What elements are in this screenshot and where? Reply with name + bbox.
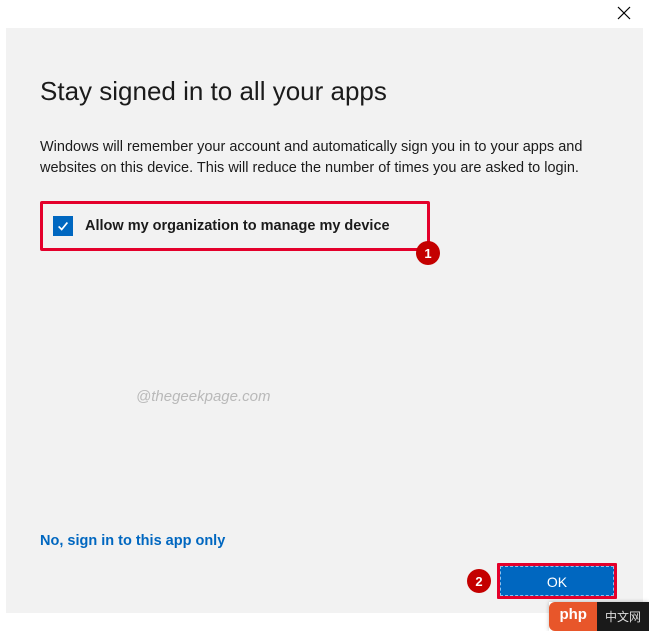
source-badge-right: 中文网 xyxy=(597,602,649,631)
source-badge-left: php xyxy=(549,602,597,631)
titlebar xyxy=(0,0,649,28)
ok-button-highlight: OK xyxy=(497,563,617,599)
source-badge: php 中文网 xyxy=(549,602,649,631)
dialog-title: Stay signed in to all your apps xyxy=(40,76,609,107)
dialog-panel: Stay signed in to all your apps Windows … xyxy=(6,28,643,613)
allow-manage-label: Allow my organization to manage my devic… xyxy=(85,218,390,234)
close-button[interactable] xyxy=(617,6,631,20)
checkmark-icon xyxy=(56,219,70,233)
annotation-badge-1: 1 xyxy=(416,241,440,265)
dialog-description: Windows will remember your account and a… xyxy=(40,137,609,179)
allow-manage-checkbox[interactable] xyxy=(53,216,73,236)
watermark-text: @thegeekpage.com xyxy=(136,388,270,405)
close-icon xyxy=(617,6,631,20)
annotation-badge-2: 2 xyxy=(467,569,491,593)
checkbox-row-highlight: Allow my organization to manage my devic… xyxy=(40,201,430,251)
signin-app-only-link[interactable]: No, sign in to this app only xyxy=(40,533,225,549)
ok-button[interactable]: OK xyxy=(500,566,614,596)
